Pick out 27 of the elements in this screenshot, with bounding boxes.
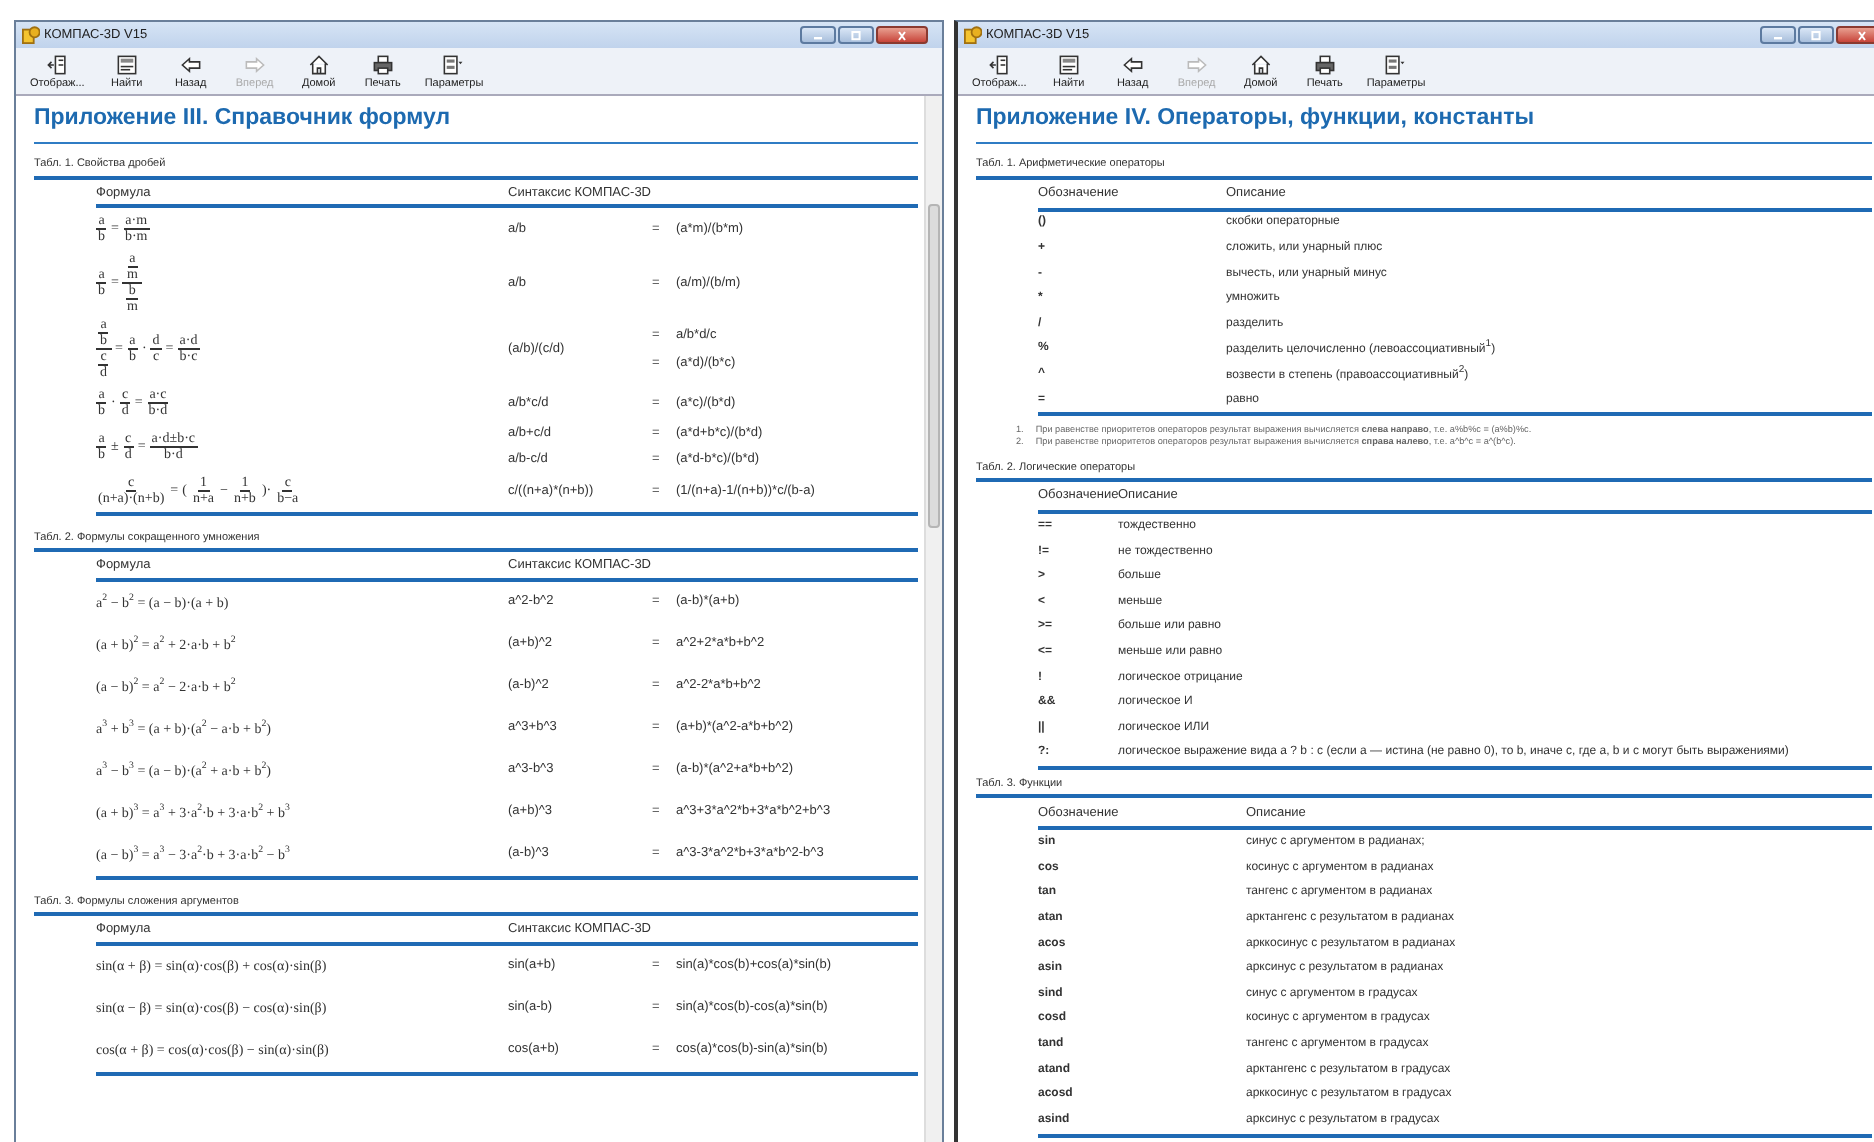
scrollbar[interactable]	[924, 96, 942, 1142]
minimize-button[interactable]	[1760, 26, 1796, 44]
right-arrow-icon	[1185, 54, 1208, 76]
panel-icon	[988, 54, 1011, 76]
maximize-button[interactable]	[1798, 26, 1834, 44]
close-button[interactable]	[1836, 26, 1874, 44]
options-icon	[1384, 54, 1407, 76]
panel-icon	[46, 54, 69, 76]
close-icon	[1852, 29, 1872, 41]
home-icon	[307, 54, 330, 76]
printer-icon	[371, 54, 394, 76]
maximize-icon	[1806, 29, 1826, 41]
left-arrow-icon	[1121, 54, 1144, 76]
maximize-button[interactable]	[838, 26, 874, 44]
options-icon	[442, 54, 465, 76]
close-icon	[892, 29, 912, 41]
right-arrow-icon	[243, 54, 266, 76]
maximize-icon	[846, 29, 866, 41]
page-heading: Приложение III. Справочник формул	[34, 104, 453, 134]
document-icon	[115, 54, 138, 76]
close-button[interactable]	[876, 26, 928, 44]
home-icon	[1249, 54, 1272, 76]
left-arrow-icon	[179, 54, 202, 76]
document-icon	[1057, 54, 1080, 76]
minimize-button[interactable]	[800, 26, 836, 44]
page-heading: Приложение IV. Операторы, функции, константы	[976, 104, 1537, 134]
printer-icon	[1313, 54, 1336, 76]
